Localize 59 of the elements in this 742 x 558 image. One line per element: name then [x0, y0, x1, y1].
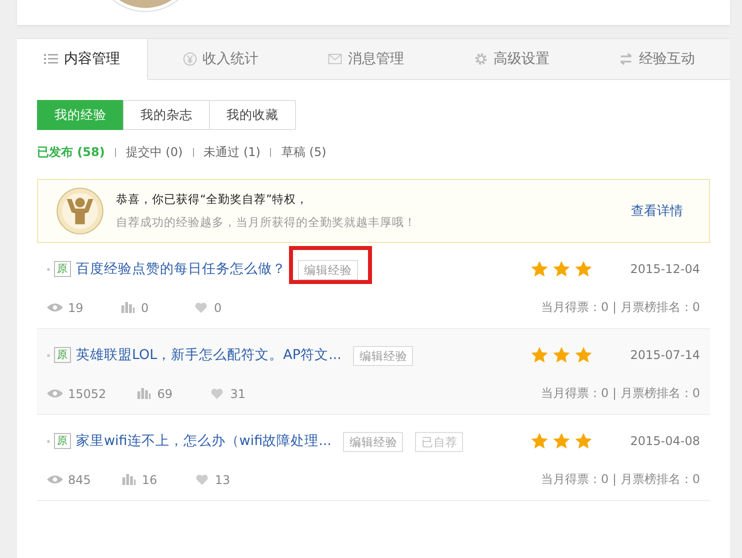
gear-icon: [474, 52, 488, 66]
eye-icon: [47, 388, 63, 399]
vote-count: 16: [142, 472, 158, 486]
cheering-person-icon: [56, 187, 104, 235]
tab[interactable]: 消息管理: [293, 38, 439, 80]
publish-date: 2015-12-04: [630, 262, 700, 276]
view-details-link[interactable]: 查看详情: [631, 202, 683, 220]
heart-icon: [194, 474, 210, 485]
star-icon: [531, 347, 548, 363]
eye-icon: [47, 302, 63, 313]
bar-chart-icon: [136, 388, 152, 399]
star-icon: [553, 261, 570, 277]
vote-count: 69: [157, 386, 174, 400]
like-count: 31: [230, 386, 246, 400]
vote-count: 0: [141, 300, 150, 314]
tab[interactable]: 收入统计: [148, 38, 294, 80]
publish-date: 2015-07-14: [630, 348, 700, 362]
star-icon: [575, 261, 592, 277]
heart-icon: [209, 388, 226, 399]
star-icon: [553, 433, 570, 449]
notice-title: 恭喜，你已获得“全勤奖自荐”特权，: [116, 192, 309, 207]
star-icon: [553, 347, 570, 363]
yen-icon: [182, 52, 197, 66]
heart-icon: [193, 302, 209, 313]
swap-arrows-icon: [619, 52, 634, 66]
subtab[interactable]: 我的杂志: [123, 100, 210, 130]
view-count: 845: [68, 472, 91, 486]
star-icon: [575, 347, 592, 363]
original-badge: 原: [54, 347, 71, 363]
article-title-link[interactable]: 英雄联盟LOL，新手怎么配符文。AP符文...: [76, 346, 342, 364]
notice-text: 自荐成功的经验越多，当月所获得的全勤奖就越丰厚哦！: [116, 215, 417, 230]
status-filter-link[interactable]: 草稿 (5): [281, 144, 326, 161]
original-badge: 原: [54, 261, 71, 277]
star-icon: [531, 261, 548, 277]
bar-chart-icon: [120, 302, 136, 313]
original-badge: 原: [54, 433, 71, 449]
like-count: 0: [214, 300, 223, 314]
monthly-votes-text: 当月得票：0 | 月票榜排名：0: [541, 385, 700, 402]
publish-date: 2015-04-08: [630, 434, 700, 448]
eye-icon: [47, 474, 63, 485]
subtab[interactable]: 我的收藏: [209, 100, 296, 130]
status-filter-link[interactable]: 提交中 (0): [126, 144, 183, 161]
recommended-label: 已自荐: [415, 432, 464, 452]
view-count: 15052: [68, 386, 106, 400]
list-icon: [44, 52, 58, 66]
mail-icon: [328, 52, 342, 66]
star-icon: [531, 433, 548, 449]
like-count: 13: [214, 472, 232, 486]
star-icon: [575, 433, 592, 449]
article-title-link[interactable]: 百度经验点赞的每日任务怎么做？: [76, 260, 286, 278]
status-filter-link[interactable]: 未通过 (1): [204, 144, 260, 161]
tab[interactable]: 高级设置: [438, 38, 584, 80]
article-title-link[interactable]: 家里wifi连不上，怎么办（wifi故障处理...: [76, 432, 332, 450]
tab[interactable]: 经验互动: [584, 38, 730, 80]
monthly-votes-text: 当月得票：0 | 月票榜排名：0: [541, 299, 700, 316]
monthly-votes-text: 当月得票：0 | 月票榜排名：0: [541, 471, 700, 488]
view-count: 19: [68, 300, 84, 314]
bar-chart-icon: [120, 474, 137, 485]
tab[interactable]: 内容管理: [17, 38, 148, 80]
